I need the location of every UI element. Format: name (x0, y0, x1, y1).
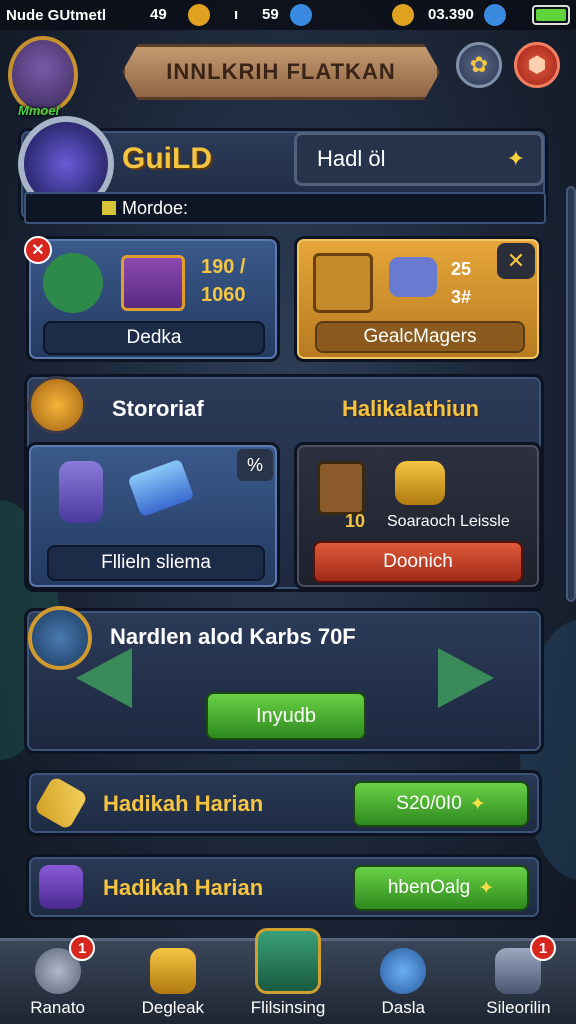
section-title-left: Stororiaf (112, 396, 204, 421)
nav-label: Degleak (141, 998, 204, 1017)
gem-icon-2 (484, 4, 506, 26)
reward-left-button[interactable]: Dedka (43, 321, 265, 355)
nav-item-degleak[interactable]: Degleak (115, 941, 230, 1024)
quest-button[interactable]: Inyudb (206, 692, 366, 740)
reward-right-count: 25 3# (451, 259, 472, 307)
plus-icon: ✦ (478, 877, 495, 899)
guild-dropdown-value: Hadl öl (317, 146, 386, 171)
quest-title: Nardlen alod Karbs 70F (110, 624, 356, 649)
scrollbar[interactable] (566, 186, 576, 602)
reward-left-count: 190 / 1060 (201, 256, 246, 306)
gem-bag-icon (43, 253, 103, 313)
box-icon (149, 948, 196, 994)
reward-right-button[interactable]: GealcMagers (315, 321, 525, 353)
resource-right-label: Soaraoch Leissle (387, 513, 510, 530)
nav-label: Flilsinsing (250, 998, 326, 1017)
resource-right-button[interactable]: Doonich (313, 541, 523, 583)
resource-card-right[interactable]: 10 Soaraoch Leissle Doonich (294, 442, 542, 590)
coin-icon (188, 4, 210, 26)
status-stat-2: 59 (262, 6, 279, 23)
resource-left-badge[interactable]: % (237, 449, 273, 481)
energy-icon (392, 4, 414, 26)
status-title: Nude GUtmetl (6, 6, 107, 24)
status-gems: 03.390 (428, 6, 474, 23)
treasure-chest-icon (121, 255, 185, 311)
player-level: Mmoel (18, 103, 60, 118)
notification-badge: 1 (530, 935, 557, 961)
notification-badge: 1 (69, 935, 96, 961)
chest-stars-icon (313, 253, 373, 313)
list-item-1-button[interactable]: S20/0I0 ✦ (353, 781, 529, 827)
star-medal-icon (28, 376, 86, 434)
player-avatar[interactable]: Mmoel (8, 36, 78, 118)
section-title-right: Halikalathiun (342, 396, 479, 421)
gem-icon (290, 4, 312, 26)
member-label: Mordoe: (122, 197, 189, 218)
plus-icon: ✦ (469, 793, 486, 815)
shop-button[interactable]: ⬢ (514, 42, 560, 88)
key-icon (33, 775, 89, 831)
member-row: Mordoe: (24, 192, 546, 224)
status-bar: Nude GUtmetl 49 ı 59 03.390 (0, 0, 576, 30)
status-stat-1: 49 (150, 6, 167, 23)
resource-right-count: 10 (345, 511, 366, 531)
gold-pot-icon (395, 461, 445, 505)
chevron-down-icon: ✦ (506, 146, 525, 171)
list-item-2: Hadikah Harian hbenOalg ✦ (26, 854, 542, 920)
nav-item-flilsinsing[interactable]: Flilsinsing (230, 928, 345, 1024)
list-item-1-value: S20/0I0 (396, 793, 462, 814)
list-item-1: Hadikah Harian S20/0I0 ✦ (26, 770, 542, 836)
reward-card-left[interactable]: 190 / 1060 Dedka (26, 236, 280, 362)
ice-crystal-icon (127, 458, 195, 518)
nav-item-dasla[interactable]: Dasla (346, 941, 461, 1024)
chest-icon (317, 461, 365, 515)
dismiss-icon[interactable]: ✕ (497, 243, 535, 279)
list-item-2-value: hbenOalg (387, 877, 471, 898)
nav-item-sileorilin[interactable]: Sileorilin 1 (461, 935, 576, 1024)
arrow-right-icon[interactable] (438, 648, 494, 708)
list-item-label: Hadikah Harian (103, 791, 264, 816)
crystal-icon (389, 257, 437, 297)
globe-icon (380, 948, 427, 994)
gift-icon (39, 865, 83, 909)
nav-item-ranato[interactable]: Ranato 1 (0, 935, 115, 1024)
spellbook-icon (255, 928, 321, 994)
resource-left-button[interactable]: Fllieln sliema (47, 545, 265, 581)
status-divider: ı (234, 6, 239, 23)
nav-label: Dasla (381, 998, 425, 1017)
title-banner: INNLKRIH FLATKAN (122, 44, 440, 100)
settings-button[interactable]: ✿ (456, 42, 502, 88)
nav-label: Ranato (30, 998, 86, 1017)
nav-label: Sileorilin (486, 998, 551, 1017)
list-item-label: Hadikah Harian (103, 875, 264, 900)
reward-card-right[interactable]: 25 3# GealcMagers ✕ (294, 236, 542, 362)
bottom-nav: Ranato 1 Degleak Flilsinsing Dasla Sileo… (0, 928, 576, 1024)
potion-icon (59, 461, 103, 523)
arrow-left-icon[interactable] (76, 648, 132, 708)
close-icon[interactable]: ✕ (24, 236, 52, 264)
member-marker-icon (102, 201, 116, 215)
battery-icon (532, 5, 570, 25)
guild-title: GuiLD (122, 142, 212, 175)
resource-card-left[interactable]: % Fllieln sliema (26, 442, 280, 590)
guild-dropdown[interactable]: Hadl öl ✦ (294, 132, 544, 186)
list-item-2-button[interactable]: hbenOalg ✦ (353, 865, 529, 911)
